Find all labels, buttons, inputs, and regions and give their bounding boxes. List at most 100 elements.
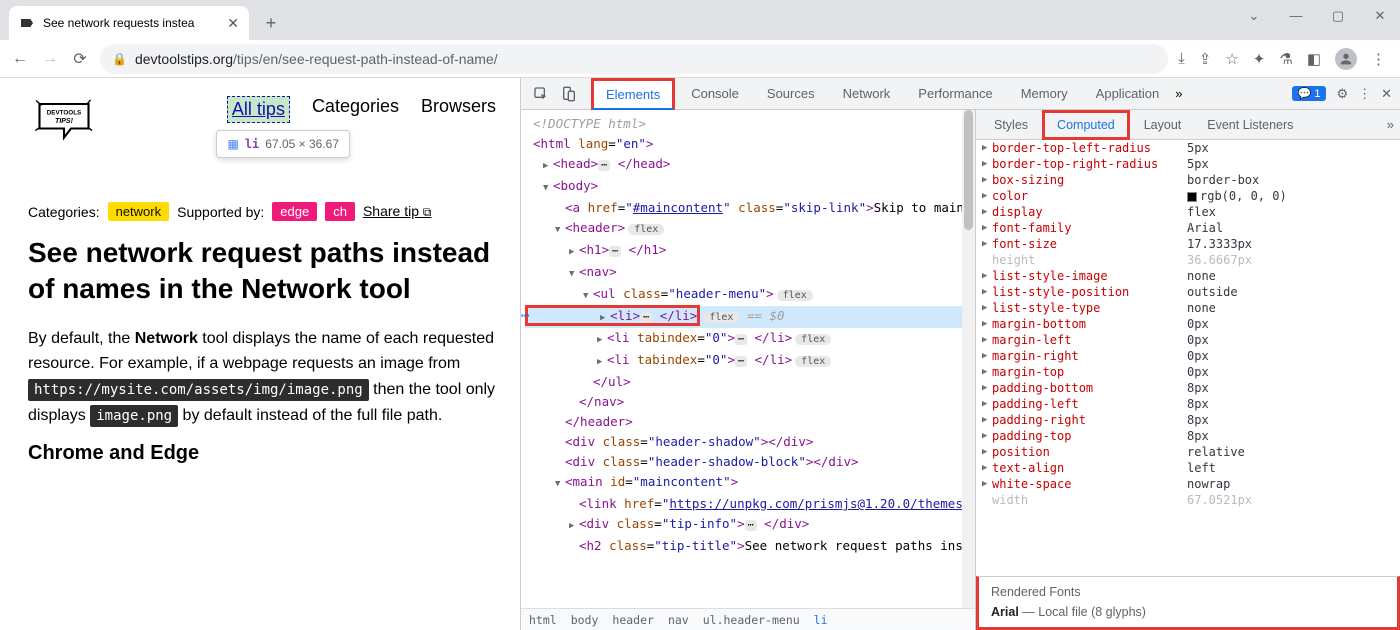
tab-performance[interactable]: Performance	[906, 80, 1004, 107]
tab-elements[interactable]: Elements	[591, 78, 675, 110]
devtools-kebab-icon[interactable]: ⋮	[1358, 86, 1371, 102]
shadow-block-div-node[interactable]: <div class="header-shadow-block"></div>	[525, 452, 975, 472]
nav-browsers[interactable]: Browsers	[421, 96, 496, 117]
install-icon[interactable]: ⤓	[1178, 50, 1185, 67]
computed-styles[interactable]: ▶border-top-left-radius5px▶border-top-ri…	[976, 140, 1400, 576]
sidetab-layout[interactable]: Layout	[1132, 113, 1194, 137]
computed-property[interactable]: ▶font-familyArial	[976, 220, 1400, 236]
computed-property[interactable]: ▶margin-left0px	[976, 332, 1400, 348]
profile-avatar[interactable]	[1335, 48, 1357, 70]
kebab-icon[interactable]: ⋮	[1371, 50, 1386, 68]
computed-property[interactable]: ▶padding-bottom8px	[976, 380, 1400, 396]
computed-property[interactable]: ▶positionrelative	[976, 444, 1400, 460]
computed-property[interactable]: width67.0521px	[976, 492, 1400, 508]
computed-property[interactable]: ▶margin-bottom0px	[976, 316, 1400, 332]
chrome-badge[interactable]: ch	[325, 202, 355, 221]
nav-node[interactable]: ▼<nav>	[525, 262, 975, 284]
sidetab-styles[interactable]: Styles	[982, 113, 1040, 137]
header-node[interactable]: ▼<header>flex	[525, 218, 975, 240]
tab-network[interactable]: Network	[831, 80, 903, 107]
h2-node[interactable]: <h2 class="tip-title">See network reques…	[525, 536, 975, 556]
crumb-ul[interactable]: ul.header-menu	[703, 613, 800, 627]
extensions-icon[interactable]: ✦	[1253, 50, 1266, 68]
maximize-icon[interactable]: ▢	[1326, 8, 1350, 24]
computed-property[interactable]: ▶list-style-typenone	[976, 300, 1400, 316]
issues-badge[interactable]: 💬 1	[1292, 86, 1327, 101]
h1-node[interactable]: ▶<h1>⋯ </h1>	[525, 240, 975, 262]
category-badge[interactable]: network	[108, 202, 170, 221]
computed-property[interactable]: ▶padding-top8px	[976, 428, 1400, 444]
sidetabs-overflow-icon[interactable]: »	[1387, 117, 1394, 132]
gear-icon[interactable]: ⚙	[1336, 86, 1348, 102]
tab-application[interactable]: Application	[1084, 80, 1172, 107]
crumb-nav[interactable]: nav	[668, 613, 689, 627]
sidetab-eventlisteners[interactable]: Event Listeners	[1195, 113, 1305, 137]
devtools-close-icon[interactable]: ✕	[1381, 86, 1392, 102]
li-node-3[interactable]: ▶<li tabindex="0">⋯ </li>flex	[525, 350, 975, 372]
tab-memory[interactable]: Memory	[1009, 80, 1080, 107]
computed-property[interactable]: ▶box-sizingborder-box	[976, 172, 1400, 188]
crumb-body[interactable]: body	[571, 613, 599, 627]
new-tab-button[interactable]: +	[257, 9, 285, 37]
computed-property[interactable]: ▶border-top-right-radius5px	[976, 156, 1400, 172]
crumb-html[interactable]: html	[529, 613, 557, 627]
tabs-overflow-icon[interactable]: »	[1175, 86, 1182, 101]
computed-property[interactable]: ▶white-spacenowrap	[976, 476, 1400, 492]
computed-property[interactable]: ▶margin-right0px	[976, 348, 1400, 364]
shadow-div-node[interactable]: <div class="header-shadow"></div>	[525, 432, 975, 452]
computed-property[interactable]: ▶border-top-left-radius5px	[976, 140, 1400, 156]
head-node[interactable]: ▶<head>⋯ </head>	[525, 154, 975, 176]
ul-node[interactable]: ▼<ul class="header-menu">flex	[525, 284, 975, 306]
tab-close-icon[interactable]: ✕	[227, 15, 239, 32]
device-icon[interactable]	[557, 86, 581, 102]
share-tip-link[interactable]: Share tip ⧉	[363, 203, 432, 220]
computed-property[interactable]: ▶font-size17.3333px	[976, 236, 1400, 252]
computed-property[interactable]: ▶colorrgb(0, 0, 0)	[976, 188, 1400, 204]
selected-li-node[interactable]: ⋯▶<li>⋯ </li>flex == $0	[525, 306, 975, 328]
a-skip-node[interactable]: <a href="#maincontent" class="skip-link"…	[525, 198, 975, 218]
dom-tree[interactable]: <!DOCTYPE html> <html lang="en"> ▶<head>…	[521, 110, 975, 608]
tab-sources[interactable]: Sources	[755, 80, 827, 107]
nav-all-tips[interactable]: All tips	[227, 96, 290, 123]
tab-title: See network requests instea	[43, 16, 219, 30]
computed-property[interactable]: ▶padding-right8px	[976, 412, 1400, 428]
link-node[interactable]: <link href="https://unpkg.com/prismjs@1.…	[525, 494, 975, 514]
reload-button[interactable]: ⟳	[70, 49, 90, 69]
header-close-node[interactable]: </header>	[525, 412, 975, 432]
crumb-header[interactable]: header	[612, 613, 654, 627]
computed-property[interactable]: ▶displayflex	[976, 204, 1400, 220]
dom-scrollbar[interactable]	[962, 110, 975, 608]
share-icon[interactable]: ⇪	[1199, 50, 1212, 68]
edge-badge[interactable]: edge	[272, 202, 317, 221]
computed-property[interactable]: ▶padding-left8px	[976, 396, 1400, 412]
computed-property[interactable]: ▶text-alignleft	[976, 460, 1400, 476]
sidepanel-icon[interactable]: ◧	[1307, 50, 1321, 68]
computed-property[interactable]: ▶list-style-positionoutside	[976, 284, 1400, 300]
ul-close-node[interactable]: </ul>	[525, 372, 975, 392]
inspect-icon[interactable]	[529, 86, 553, 102]
nav-close-node[interactable]: </nav>	[525, 392, 975, 412]
body-node[interactable]: ▼<body>	[525, 176, 975, 198]
doctype-node[interactable]: <!DOCTYPE html>	[525, 114, 975, 134]
tip-info-node[interactable]: ▶<div class="tip-info">⋯ </div>	[525, 514, 975, 536]
minimize-icon[interactable]: —	[1284, 8, 1308, 24]
main-node[interactable]: ▼<main id="maincontent">	[525, 472, 975, 494]
back-button[interactable]: ←	[10, 50, 30, 68]
li-node-2[interactable]: ▶<li tabindex="0">⋯ </li>flex	[525, 328, 975, 350]
close-icon[interactable]: ✕	[1368, 8, 1392, 24]
url-bar[interactable]: 🔒 devtoolstips.org/tips/en/see-request-p…	[100, 44, 1168, 74]
lock-icon[interactable]: 🔒	[112, 52, 127, 66]
bookmark-icon[interactable]: ☆	[1225, 50, 1238, 68]
browser-tab[interactable]: See network requests instea ✕	[9, 6, 249, 40]
sidetab-computed[interactable]: Computed	[1042, 110, 1130, 140]
crumb-li[interactable]: li	[814, 613, 828, 627]
html-node[interactable]: <html lang="en">	[525, 134, 975, 154]
chevron-down-icon[interactable]: ⌄	[1242, 8, 1266, 24]
nav-categories[interactable]: Categories	[312, 96, 399, 117]
computed-property[interactable]: ▶list-style-imagenone	[976, 268, 1400, 284]
computed-property[interactable]: height36.6667px	[976, 252, 1400, 268]
computed-property[interactable]: ▶margin-top0px	[976, 364, 1400, 380]
labs-icon[interactable]: ⚗	[1279, 50, 1292, 68]
section-heading: Chrome and Edge	[28, 442, 496, 465]
tab-console[interactable]: Console	[679, 80, 751, 107]
